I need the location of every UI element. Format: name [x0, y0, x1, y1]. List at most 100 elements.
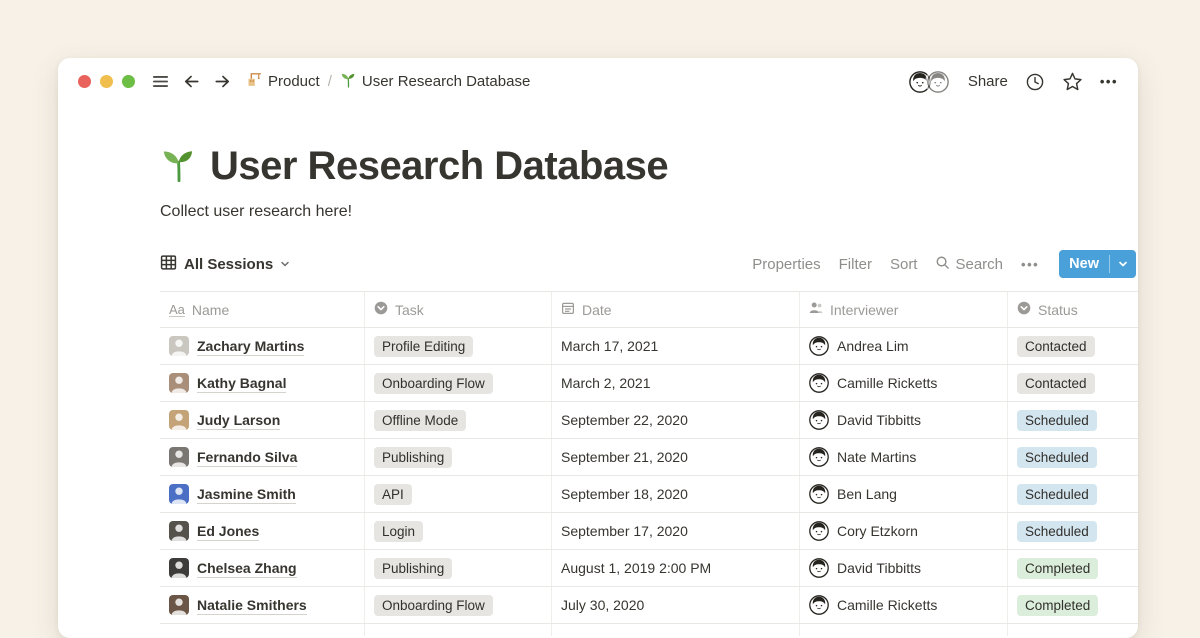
- star-icon[interactable]: [1062, 71, 1083, 92]
- more-options-icon[interactable]: •••: [1100, 74, 1118, 89]
- table-row[interactable]: Natalie Smithers Onboarding Flow July 30…: [160, 587, 1138, 624]
- date-label: September 17, 2020: [561, 523, 688, 539]
- table-row[interactable]: Chelsea Zhang Publishing August 1, 2019 …: [160, 550, 1138, 587]
- view-label: All Sessions: [184, 256, 273, 273]
- status-cell[interactable]: Scheduled: [1008, 513, 1138, 549]
- view-selector[interactable]: All Sessions: [160, 254, 290, 275]
- date-cell[interactable]: August 1, 2019 2:00 PM: [552, 550, 800, 586]
- task-cell[interactable]: Onboarding Flow: [365, 587, 552, 623]
- name-cell[interactable]: Jasmine Smith: [160, 476, 365, 512]
- avatar: [169, 410, 189, 430]
- interviewer-cell[interactable]: Camille Ricketts: [800, 587, 1008, 623]
- date-cell[interactable]: September 17, 2020: [552, 513, 800, 549]
- search-button[interactable]: Search: [935, 255, 1003, 274]
- seedling-icon: [340, 71, 357, 92]
- date-label: September 21, 2020: [561, 449, 688, 465]
- name-cell[interactable]: Kathy Bagnal: [160, 365, 365, 401]
- interviewer-label: Ben Lang: [837, 486, 897, 502]
- interviewer-label: Camille Ricketts: [837, 597, 937, 613]
- status-cell[interactable]: Scheduled: [1008, 402, 1138, 438]
- task-cell[interactable]: Onboarding Flow: [365, 365, 552, 401]
- sidebar-menu-icon[interactable]: [151, 72, 170, 91]
- task-cell[interactable]: API: [365, 476, 552, 512]
- close-window-button[interactable]: [78, 75, 91, 88]
- row-name-label: Zachary Martins: [197, 337, 304, 356]
- date-property-icon: [561, 301, 575, 318]
- date-cell[interactable]: September 18, 2020: [552, 476, 800, 512]
- name-cell[interactable]: Natalie Smithers: [160, 587, 365, 623]
- back-arrow-icon[interactable]: [182, 72, 201, 91]
- sort-button[interactable]: Sort: [890, 256, 918, 273]
- column-header-status[interactable]: Status: [1008, 292, 1138, 327]
- row-name-label: Chelsea Zhang: [197, 559, 297, 578]
- task-cell[interactable]: Publishing: [365, 439, 552, 475]
- breadcrumb-workspace-label: Product: [268, 73, 320, 90]
- window-controls: [78, 75, 135, 88]
- breadcrumb-page[interactable]: User Research Database: [340, 71, 530, 92]
- name-cell[interactable]: Judy Larson: [160, 402, 365, 438]
- avatar: [169, 521, 189, 541]
- name-cell[interactable]: Fernando Silva: [160, 439, 365, 475]
- column-label: Status: [1038, 302, 1078, 318]
- column-header-task[interactable]: Task: [365, 292, 552, 327]
- date-cell[interactable]: September 21, 2020: [552, 439, 800, 475]
- date-cell[interactable]: March 2, 2021: [552, 365, 800, 401]
- status-cell[interactable]: Scheduled: [1008, 439, 1138, 475]
- zoom-window-button[interactable]: [122, 75, 135, 88]
- status-cell[interactable]: Contacted: [1008, 365, 1138, 401]
- name-cell[interactable]: Chelsea Zhang: [160, 550, 365, 586]
- interviewer-cell[interactable]: Cory Etzkorn: [800, 513, 1008, 549]
- interviewer-cell[interactable]: David Tibbitts: [800, 402, 1008, 438]
- properties-button[interactable]: Properties: [752, 256, 820, 273]
- avatar: [169, 447, 189, 467]
- name-cell[interactable]: Ed Jones: [160, 513, 365, 549]
- avatar: [169, 336, 189, 356]
- status-cell[interactable]: Contacted: [1008, 328, 1138, 364]
- avatar: [169, 558, 189, 578]
- filter-button[interactable]: Filter: [839, 256, 872, 273]
- collaborator-avatars[interactable]: [907, 69, 951, 95]
- breadcrumb-workspace[interactable]: Product: [246, 71, 320, 92]
- forward-arrow-icon[interactable]: [213, 72, 232, 91]
- date-cell[interactable]: July 30, 2020: [552, 587, 800, 623]
- clock-icon[interactable]: [1025, 72, 1045, 92]
- status-cell[interactable]: Completed: [1008, 550, 1138, 586]
- interviewer-avatar: [809, 336, 829, 356]
- interviewer-label: David Tibbitts: [837, 560, 921, 576]
- task-cell[interactable]: Publishing: [365, 550, 552, 586]
- status-cell[interactable]: Completed: [1008, 587, 1138, 623]
- table-row[interactable]: Ed Jones Login September 17, 2020 Cory E…: [160, 513, 1138, 550]
- table-row[interactable]: Jasmine Smith API September 18, 2020 Ben…: [160, 476, 1138, 513]
- table-row[interactable]: Kathy Bagnal Onboarding Flow March 2, 20…: [160, 365, 1138, 402]
- date-label: July 30, 2020: [561, 597, 644, 613]
- table-row[interactable]: Zachary Martins Profile Editing March 17…: [160, 328, 1138, 365]
- minimize-window-button[interactable]: [100, 75, 113, 88]
- table-row[interactable]: Judy Larson Offline Mode September 22, 2…: [160, 402, 1138, 439]
- row-name-label: Kathy Bagnal: [197, 374, 286, 393]
- interviewer-cell[interactable]: David Tibbitts: [800, 550, 1008, 586]
- table-row-partial: [160, 624, 1138, 636]
- status-cell[interactable]: Scheduled: [1008, 476, 1138, 512]
- task-tag: Publishing: [374, 558, 452, 579]
- column-header-date[interactable]: Date: [552, 292, 800, 327]
- date-cell[interactable]: March 17, 2021: [552, 328, 800, 364]
- column-header-interviewer[interactable]: Interviewer: [800, 292, 1008, 327]
- date-label: August 1, 2019 2:00 PM: [561, 560, 711, 576]
- chevron-down-icon[interactable]: [1110, 250, 1136, 278]
- interviewer-label: Cory Etzkorn: [837, 523, 918, 539]
- interviewer-cell[interactable]: Ben Lang: [800, 476, 1008, 512]
- name-cell[interactable]: Zachary Martins: [160, 328, 365, 364]
- task-cell[interactable]: Profile Editing: [365, 328, 552, 364]
- date-cell[interactable]: September 22, 2020: [552, 402, 800, 438]
- new-button[interactable]: New: [1059, 250, 1136, 278]
- share-button[interactable]: Share: [968, 73, 1008, 90]
- task-cell[interactable]: Offline Mode: [365, 402, 552, 438]
- interviewer-cell[interactable]: Andrea Lim: [800, 328, 1008, 364]
- interviewer-cell[interactable]: Camille Ricketts: [800, 365, 1008, 401]
- column-header-name[interactable]: Aa Name: [160, 292, 365, 327]
- page-subtitle: Collect user research here!: [160, 203, 1138, 221]
- view-more-icon[interactable]: •••: [1021, 257, 1039, 272]
- task-cell[interactable]: Login: [365, 513, 552, 549]
- table-row[interactable]: Fernando Silva Publishing September 21, …: [160, 439, 1138, 476]
- interviewer-cell[interactable]: Nate Martins: [800, 439, 1008, 475]
